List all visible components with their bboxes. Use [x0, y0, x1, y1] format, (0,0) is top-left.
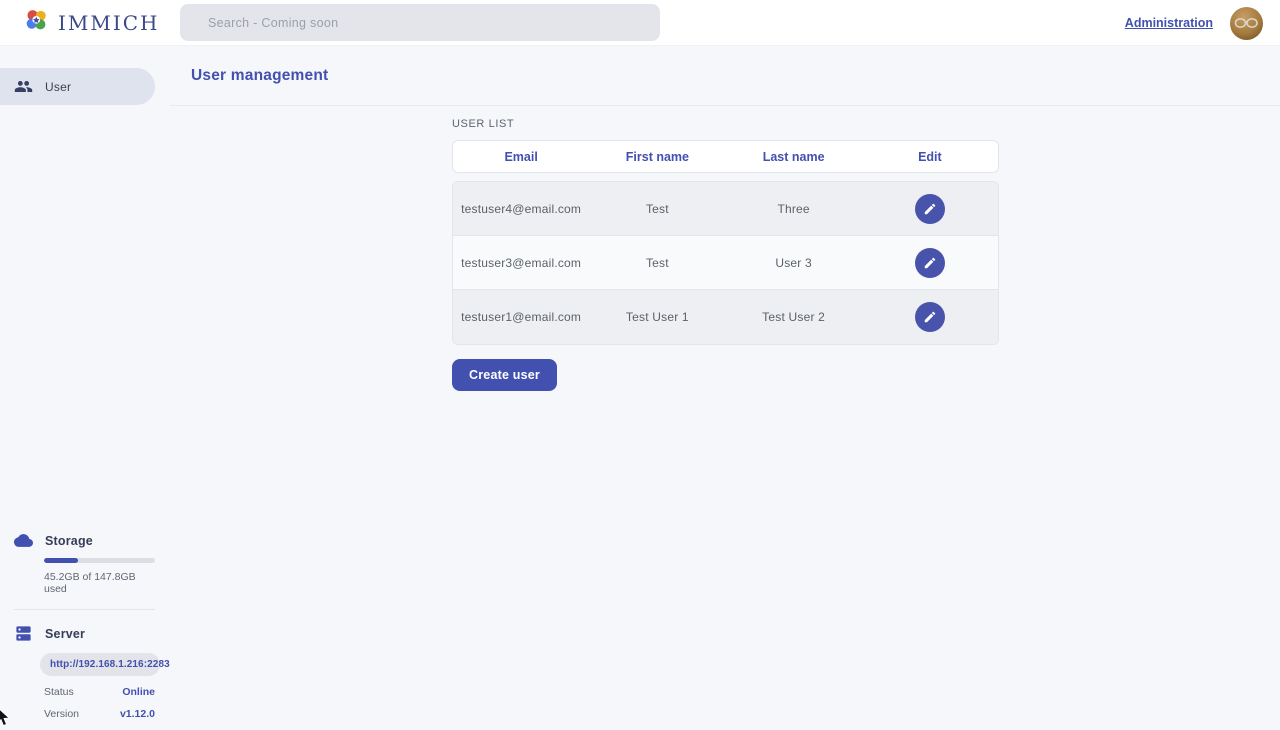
table-header-row: EmailFirst nameLast nameEdit — [452, 140, 999, 173]
cell-email: testuser3@email.com — [453, 256, 589, 270]
storage-usage-text: 45.2GB of 147.8GB used — [44, 571, 155, 595]
user-table: EmailFirst nameLast nameEdit testuser4@e… — [452, 140, 999, 345]
cloud-icon — [14, 531, 33, 550]
page-title: User management — [191, 67, 328, 85]
cell-email: testuser1@email.com — [453, 310, 589, 324]
users-icon — [14, 77, 33, 96]
sidebar-item-label: User — [45, 80, 71, 94]
cell-first-name: Test — [589, 256, 725, 270]
app-logo[interactable]: IMMICH — [0, 7, 160, 39]
sidebar: User Storage 45.2GB of 147.8GB used — [0, 46, 170, 730]
administration-link[interactable]: Administration — [1125, 16, 1213, 30]
cell-first-name: Test User 1 — [589, 310, 725, 324]
server-title: Server — [45, 627, 85, 641]
page-header: User management — [170, 46, 1280, 106]
cell-email: testuser4@email.com — [453, 202, 589, 216]
sidebar-status-panel: Storage 45.2GB of 147.8GB used Server ht… — [0, 531, 170, 720]
edit-user-button[interactable] — [915, 302, 945, 332]
server-url-badge: http://192.168.1.216:2283 — [40, 653, 160, 676]
edit-user-button[interactable] — [915, 194, 945, 224]
cell-last-name: User 3 — [726, 256, 862, 270]
glasses-icon — [1234, 17, 1259, 29]
main-panel: User management USER LIST EmailFirst nam… — [170, 46, 1280, 730]
server-version-value: v1.12.0 — [120, 708, 155, 720]
header-cell: Edit — [862, 150, 998, 164]
pencil-icon — [923, 310, 937, 324]
edit-user-button[interactable] — [915, 248, 945, 278]
pencil-icon — [923, 256, 937, 270]
server-icon — [14, 624, 33, 643]
storage-progress-bar — [44, 558, 155, 563]
search-bar[interactable] — [180, 4, 660, 41]
cell-last-name: Three — [726, 202, 862, 216]
search-input[interactable] — [208, 16, 608, 30]
table-row: testuser4@email.comTestThree — [453, 182, 998, 236]
server-status-label: Status — [44, 686, 74, 698]
top-bar: IMMICH Administration — [0, 0, 1280, 46]
header-cell: Email — [453, 150, 589, 164]
user-list-label: USER LIST — [452, 118, 1280, 130]
user-avatar[interactable] — [1230, 7, 1263, 40]
table-body: testuser4@email.comTestThreetestuser3@em… — [452, 181, 999, 345]
create-user-button[interactable]: Create user — [452, 359, 557, 391]
app-name: IMMICH — [58, 11, 160, 35]
pencil-icon — [923, 202, 937, 216]
storage-title: Storage — [45, 534, 93, 548]
header-cell: First name — [589, 150, 725, 164]
storage-progress-fill — [44, 558, 78, 563]
table-row: testuser3@email.comTestUser 3 — [453, 236, 998, 290]
header-cell: Last name — [726, 150, 862, 164]
sidebar-item-user[interactable]: User — [0, 68, 155, 105]
immich-flower-icon — [23, 7, 50, 39]
cell-last-name: Test User 2 — [726, 310, 862, 324]
server-status-value: Online — [122, 686, 155, 698]
sidebar-divider — [14, 609, 155, 610]
server-version-label: Version — [44, 708, 79, 720]
table-row: testuser1@email.comTest User 1Test User … — [453, 290, 998, 344]
cell-first-name: Test — [589, 202, 725, 216]
